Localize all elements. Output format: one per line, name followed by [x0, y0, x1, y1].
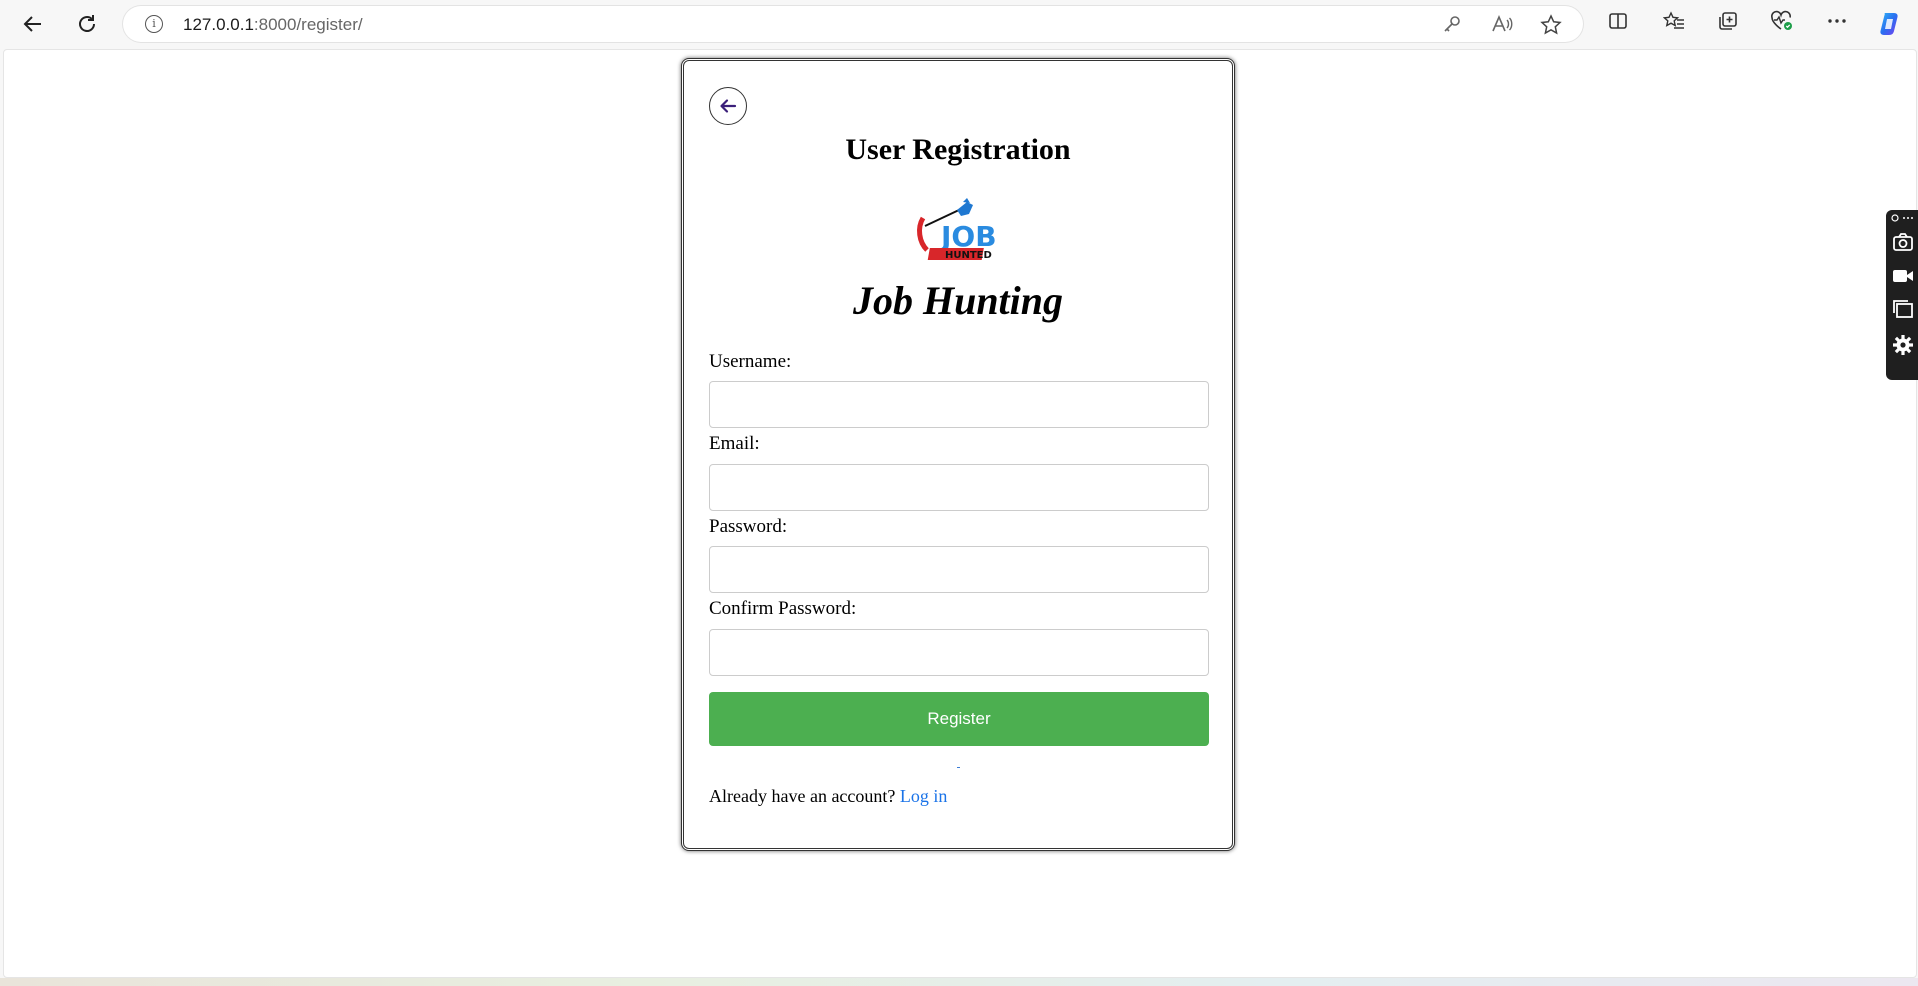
read-aloud-icon[interactable] — [1491, 14, 1513, 36]
address-bar[interactable]: i 127.0.0.1:8000/register/ — [123, 6, 1583, 42]
windows-icon[interactable] — [1890, 299, 1916, 325]
divider-mark — [957, 767, 960, 768]
username-label: Username: — [709, 351, 792, 372]
login-prompt: Already have an account? Log in — [709, 786, 947, 807]
favorite-star-icon[interactable] — [1540, 14, 1562, 36]
email-input[interactable] — [709, 464, 1209, 511]
email-label: Email: — [709, 433, 760, 454]
browser-essentials-icon[interactable] — [1768, 10, 1796, 38]
registration-card: User Registration JOB HUNTED Job Hunting… — [681, 58, 1235, 851]
favorites-icon[interactable] — [1660, 10, 1688, 38]
login-prompt-text: Already have an account? — [709, 786, 896, 806]
key-icon[interactable] — [1441, 14, 1463, 36]
password-input[interactable] — [709, 546, 1209, 593]
settings-gear-icon[interactable] — [1890, 334, 1916, 360]
collections-icon[interactable] — [1714, 10, 1742, 38]
copilot-icon[interactable] — [1876, 10, 1904, 38]
floating-side-toolbar — [1886, 210, 1918, 380]
pin-more-icon[interactable] — [1890, 212, 1916, 228]
page-title: User Registration — [845, 133, 1071, 166]
split-screen-icon[interactable] — [1604, 10, 1632, 38]
url-text[interactable]: 127.0.0.1:8000/register/ — [183, 15, 363, 35]
video-record-icon[interactable] — [1890, 266, 1916, 292]
login-link[interactable]: Log in — [900, 786, 948, 806]
screenshot-camera-icon[interactable] — [1890, 232, 1916, 258]
confirm-password-label: Confirm Password: — [709, 598, 857, 619]
confirm-password-input[interactable] — [709, 629, 1209, 676]
password-label: Password: — [709, 516, 788, 537]
site-info-icon[interactable]: i — [145, 15, 163, 33]
username-input[interactable] — [709, 381, 1209, 428]
job-hunting-logo: JOB HUNTED — [911, 196, 1007, 268]
browser-toolbar: i 127.0.0.1:8000/register/ — [0, 0, 1918, 47]
refresh-icon[interactable] — [70, 8, 104, 40]
more-menu-icon[interactable] — [1823, 10, 1851, 38]
svg-text:HUNTED: HUNTED — [945, 250, 992, 261]
arrow-left-icon — [720, 99, 737, 113]
back-nav-icon[interactable] — [16, 8, 50, 40]
brand-name: Job Hunting — [852, 278, 1064, 323]
back-button[interactable] — [709, 87, 747, 125]
window-bottom-edge — [0, 978, 1918, 986]
register-button[interactable]: Register — [709, 692, 1209, 746]
